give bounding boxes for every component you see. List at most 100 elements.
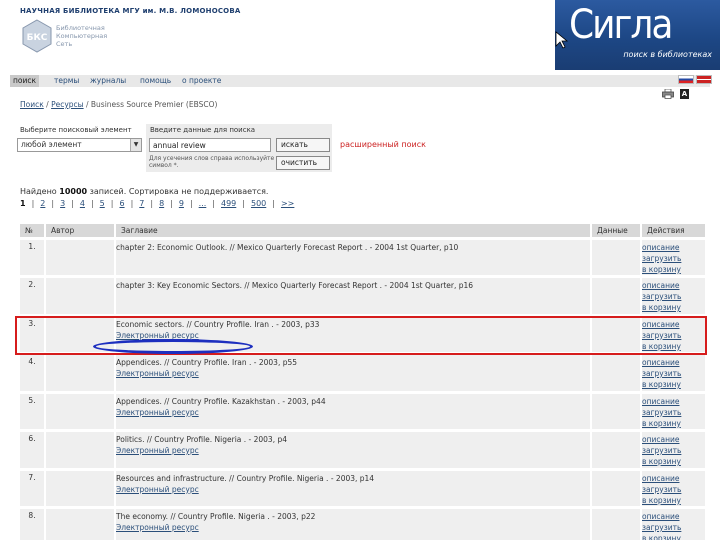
add-to-cart-link[interactable]: в корзину	[642, 456, 705, 467]
row-title-cell: The economy. // Country Profile. Nigeria…	[115, 506, 592, 540]
hexagon-logo-icon: БКС	[22, 19, 52, 53]
row-data	[591, 236, 642, 277]
col-header-author: Автор	[45, 224, 116, 238]
bks-logo[interactable]: БКС Библиотечная Компьютерная Сеть	[20, 19, 138, 55]
found-count: 10000	[59, 187, 88, 196]
row-number: 1.	[20, 236, 46, 277]
row-number: 8.	[20, 506, 46, 540]
nav-terms[interactable]: термы	[54, 75, 79, 87]
row-title: Politics. // Country Profile. Nigeria . …	[116, 435, 288, 444]
download-link[interactable]: загрузить	[642, 445, 705, 456]
breadcrumb-resources[interactable]: Ресурсы	[51, 100, 84, 109]
select-label: Выберите поисковый элемент	[20, 126, 132, 134]
row-author	[45, 313, 116, 354]
brand-title: Сигла	[569, 2, 673, 48]
add-to-cart-link[interactable]: в корзину	[642, 341, 705, 352]
add-to-cart-link[interactable]: в корзину	[642, 302, 705, 313]
row-title: Economic sectors. // Country Profile. Ir…	[116, 319, 320, 329]
download-link[interactable]: загрузить	[642, 253, 705, 264]
electronic-resource-link[interactable]: Электронный ресурс	[116, 445, 590, 456]
font-size-icon[interactable]: A	[680, 89, 689, 99]
description-link[interactable]: описание	[642, 319, 705, 330]
table-row: 6. Politics. // Country Profile. Nigeria …	[20, 429, 707, 469]
nav-help[interactable]: помощь	[140, 75, 171, 87]
page-link[interactable]: 3	[60, 199, 65, 208]
download-link[interactable]: загрузить	[642, 484, 705, 495]
add-to-cart-link[interactable]: в корзину	[642, 495, 705, 506]
description-link[interactable]: описание	[642, 473, 705, 484]
row-number: 7.	[20, 467, 46, 508]
row-number: 6.	[20, 429, 46, 469]
row-data	[591, 467, 642, 508]
table-header-row: № Автор Заглавие Данные Действия	[20, 224, 707, 238]
page-link[interactable]: 6	[119, 199, 124, 208]
electronic-resource-link[interactable]: Электронный ресурс	[116, 330, 590, 341]
page-link[interactable]: 9	[179, 199, 184, 208]
nav-journals[interactable]: журналы	[90, 75, 126, 87]
nav-about[interactable]: о проекте	[182, 75, 221, 87]
search-input[interactable]	[149, 138, 271, 152]
electronic-resource-link[interactable]: Электронный ресурс	[116, 484, 590, 495]
download-link[interactable]: загрузить	[642, 368, 705, 379]
row-title: The economy. // Country Profile. Nigeria…	[116, 512, 316, 521]
page-link[interactable]: 499	[221, 199, 236, 208]
electronic-resource-link[interactable]: Электронный ресурс	[116, 368, 590, 379]
row-title: Resources and infrastructure. // Country…	[116, 473, 375, 483]
page-link[interactable]: 2	[40, 199, 45, 208]
page-link[interactable]: 5	[100, 199, 105, 208]
breadcrumb-search[interactable]: Поиск	[20, 100, 44, 109]
nav-search[interactable]: поиск	[10, 75, 40, 87]
description-link[interactable]: описание	[642, 280, 705, 291]
breadcrumb: Поиск / Ресурсы / Business Source Premie…	[20, 100, 217, 109]
download-link[interactable]: загрузить	[642, 330, 705, 341]
row-actions: описание загрузить в корзину	[641, 275, 707, 315]
row-title-cell: chapter 2: Economic Outlook. // Mexico Q…	[115, 236, 592, 277]
add-to-cart-link[interactable]: в корзину	[642, 379, 705, 390]
chevron-down-icon[interactable]: ▼	[130, 139, 141, 151]
row-data	[591, 429, 642, 469]
clear-button[interactable]: очистить	[276, 156, 330, 170]
table-row: 4. Appendices. // Country Profile. Iran .…	[20, 352, 707, 392]
pagination: 1 | 2 | 3 | 4 | 5 | 6 | 7 | 8 | 9 |... | 499 | 500 | >>	[20, 199, 295, 208]
logo-line-2: Компьютерная	[56, 32, 108, 40]
input-label: Введите данные для поиска	[150, 126, 256, 134]
row-author	[45, 236, 116, 277]
search-element-select[interactable]: любой элемент ▼	[17, 138, 142, 152]
row-title: chapter 2: Economic Outlook. // Mexico Q…	[116, 242, 459, 252]
page-link[interactable]: 8	[159, 199, 164, 208]
description-link[interactable]: описание	[642, 434, 705, 445]
description-link[interactable]: описание	[642, 242, 705, 253]
add-to-cart-link[interactable]: в корзину	[642, 418, 705, 429]
page-link[interactable]: ...	[199, 199, 207, 208]
add-to-cart-link[interactable]: в корзину	[642, 264, 705, 275]
row-title: Appendices. // Country Profile. Kazakhst…	[116, 396, 326, 406]
brand-subtitle: поиск в библиотеках	[623, 50, 712, 59]
page-link[interactable]: 4	[80, 199, 85, 208]
row-title-cell: Appendices. // Country Profile. Kazakhst…	[115, 390, 592, 431]
description-link[interactable]: описание	[642, 511, 705, 522]
download-link[interactable]: загрузить	[642, 522, 705, 533]
advanced-search-link[interactable]: расширенный поиск	[340, 140, 426, 149]
table-row: 8. The economy. // Country Profile. Niger…	[20, 506, 707, 540]
found-suffix: записей. Сортировка не поддерживается.	[89, 187, 269, 196]
col-header-data: Данные	[591, 224, 642, 238]
row-data	[591, 506, 642, 540]
page-link[interactable]: 500	[251, 199, 266, 208]
col-header-title: Заглавие	[115, 224, 592, 238]
search-button[interactable]: искать	[276, 138, 330, 152]
description-link[interactable]: описание	[642, 396, 705, 407]
row-actions: описание загрузить в корзину	[641, 313, 707, 354]
print-icon[interactable]	[662, 89, 674, 99]
main-nav: поиск термы журналы помощь о проекте	[10, 75, 710, 87]
russian-flag-icon[interactable]	[678, 75, 694, 84]
add-to-cart-link[interactable]: в корзину	[642, 533, 705, 540]
download-link[interactable]: загрузить	[642, 407, 705, 418]
next-pages-link[interactable]: >>	[281, 199, 294, 208]
electronic-resource-link[interactable]: Электронный ресурс	[116, 522, 590, 533]
english-flag-icon[interactable]	[696, 75, 712, 84]
description-link[interactable]: описание	[642, 357, 705, 368]
electronic-resource-link[interactable]: Электронный ресурс	[116, 407, 590, 418]
download-link[interactable]: загрузить	[642, 291, 705, 302]
page-link[interactable]: 7	[139, 199, 144, 208]
row-title-cell: Economic sectors. // Country Profile. Ir…	[115, 313, 592, 354]
